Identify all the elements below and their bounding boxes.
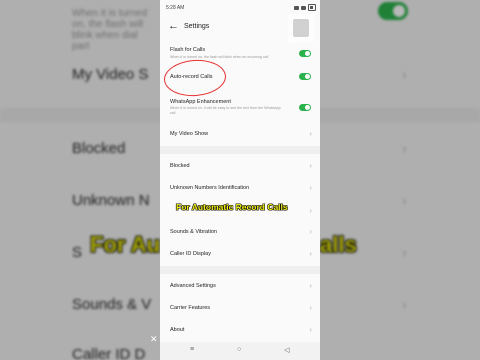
wifi-icon [301,5,306,10]
chevron-right-icon: › [309,161,312,170]
watermark-text: ER [288,40,297,46]
status-time: 5:28 AM [166,5,185,11]
setting-caller-id-display[interactable]: Caller ID Display › [160,246,320,262]
setting-about[interactable]: About › [160,322,320,338]
setting-label: About [170,327,185,333]
signal-icon [294,5,299,10]
chevron-right-icon: › [309,183,312,192]
section-divider [160,146,320,154]
setting-carrier-features[interactable]: Carrier Features › [160,300,320,316]
chevron-right-icon: › [309,129,312,138]
chevron-right-icon: › [309,325,312,334]
video-caption: For Automatic Record Calls [176,202,288,212]
setting-description: When it is turned on, it will be easy to… [170,106,281,115]
setting-label: WhatsApp Enhancement [170,99,231,105]
page-title: Settings [184,23,210,30]
setting-whatsapp-enhancement[interactable]: WhatsApp Enhancement When it is turned o… [160,96,320,120]
auto-record-toggle[interactable] [299,73,311,80]
setting-blocked[interactable]: Blocked › [160,158,320,174]
section-divider [160,266,320,274]
system-nav-bar: ≡ ○ ◁ [160,342,320,360]
chevron-right-icon: › [309,206,312,215]
setting-sounds-vibration[interactable]: Sounds & Vibration › [160,224,320,240]
whatsapp-toggle[interactable] [299,104,311,111]
setting-label: Caller ID Display [170,251,211,257]
setting-unknown-numbers[interactable]: Unknown Numbers Identification › [160,180,320,196]
chevron-right-icon: › [309,303,312,312]
setting-label: Advanced Settings [170,283,216,289]
close-icon: ✕ [150,334,158,344]
setting-label: My Video Show [170,131,209,137]
phone-screen: 5:28 AM ← Settings Flash for Calls When … [160,0,320,360]
setting-my-video-show[interactable]: My Video Show › [160,126,320,142]
setting-description: When it is turned on, the flash will bli… [170,55,269,59]
setting-label: Unknown Numbers Identification [170,185,250,191]
setting-label: Carrier Features [170,305,211,311]
setting-label: Sounds & Vibration [170,229,217,235]
setting-advanced[interactable]: Advanced Settings › [160,278,320,294]
back-icon[interactable]: ◁ [284,346,289,354]
chevron-right-icon: › [309,249,312,258]
back-arrow-icon[interactable]: ← [168,20,179,32]
chevron-right-icon: › [309,227,312,236]
chevron-right-icon: › [309,281,312,290]
setting-label: Flash for Calls [170,47,206,53]
setting-label: Blocked [170,163,190,169]
flash-toggle[interactable] [299,50,311,57]
menu-icon[interactable]: ≡ [190,346,194,353]
home-icon[interactable]: ○ [237,346,241,353]
